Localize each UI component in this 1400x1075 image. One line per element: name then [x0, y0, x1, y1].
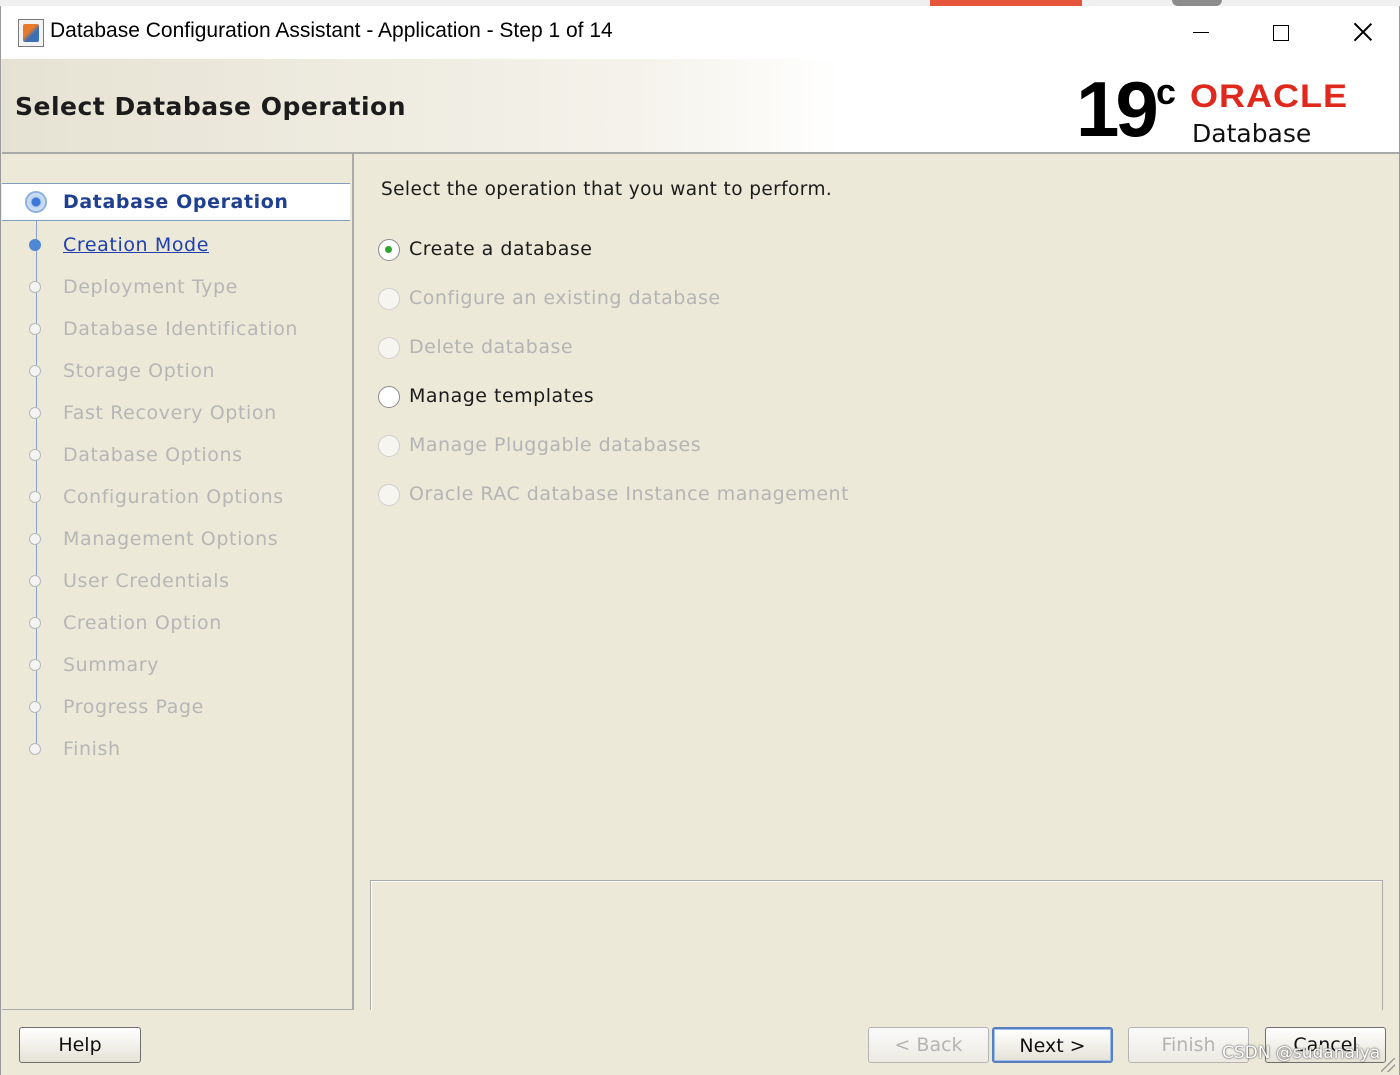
option-label: Oracle RAC database Instance management — [409, 483, 850, 505]
nav-step-label: Storage Option — [63, 360, 216, 382]
logo-superscript: c — [1156, 71, 1177, 112]
radio-button — [378, 435, 400, 457]
option-label: Manage Pluggable databases — [409, 434, 702, 456]
dbca-window: Database Configuration Assistant - Appli… — [0, 6, 1400, 1075]
nav-step-label: User Credentials — [63, 570, 230, 592]
title-bar: Database Configuration Assistant - Appli… — [1, 6, 1399, 59]
maximize-button[interactable] — [1245, 6, 1315, 59]
radio-button — [378, 484, 400, 506]
nav-step-label: Progress Page — [63, 696, 204, 718]
nav-step-label: Configuration Options — [63, 486, 284, 508]
description-panel — [370, 880, 1383, 1012]
step-indicator-icon — [29, 491, 41, 503]
instruction-text: Select the operation that you want to pe… — [381, 179, 833, 200]
step-indicator-icon — [29, 281, 41, 293]
close-icon — [1353, 22, 1373, 42]
minimize-button[interactable] — [1165, 6, 1235, 59]
nav-step-label: Summary — [63, 654, 160, 676]
nav-step: Storage Option — [2, 351, 350, 391]
java-app-icon — [18, 19, 44, 47]
nav-step[interactable]: Database Operation — [2, 183, 350, 221]
nav-step-label: Fast Recovery Option — [63, 402, 277, 424]
step-indicator-icon — [25, 191, 47, 213]
nav-step-label: Database Operation — [63, 191, 289, 213]
nav-step: Fast Recovery Option — [2, 393, 350, 433]
logo-product: Database — [1192, 119, 1312, 148]
step-indicator-icon — [29, 617, 41, 629]
oracle-19c-logo: 19 c ORACLE Database — [1076, 69, 1396, 149]
step-navigation: Database Operation Creation Mode Deploymen… — [2, 154, 354, 1010]
logo-version: 19 — [1076, 65, 1159, 153]
nav-step-label: Deployment Type — [63, 276, 238, 298]
step-indicator-icon — [29, 659, 41, 671]
radio-button — [378, 337, 400, 359]
step-indicator-icon — [29, 323, 41, 335]
option-label: Manage templates — [409, 385, 595, 407]
option-label: Delete database — [409, 336, 574, 358]
footer-bar: Help < Back Next > Finish Cancel — [2, 1010, 1399, 1075]
step-indicator-icon — [29, 743, 41, 755]
nav-step: User Credentials — [2, 561, 350, 601]
nav-step-label: Management Options — [63, 528, 279, 550]
nav-step: Management Options — [2, 519, 350, 559]
radio-button — [378, 288, 400, 310]
nav-step[interactable]: Creation Mode — [2, 225, 350, 265]
next-button[interactable]: Next > — [992, 1027, 1113, 1063]
close-button[interactable] — [1327, 6, 1397, 59]
radio-button[interactable] — [378, 386, 400, 408]
main-content: Select the operation that you want to pe… — [354, 154, 1399, 1012]
minimize-icon — [1193, 32, 1209, 33]
step-indicator-icon — [29, 533, 41, 545]
nav-step: Database Options — [2, 435, 350, 475]
nav-step: Finish — [2, 729, 350, 769]
step-indicator-icon — [29, 239, 41, 251]
window-title: Database Configuration Assistant - Appli… — [50, 19, 613, 42]
nav-step: Deployment Type — [2, 267, 350, 307]
page-title: Select Database Operation — [15, 92, 407, 121]
step-indicator-icon — [29, 701, 41, 713]
nav-step-label: Creation Option — [63, 612, 222, 634]
logo-brand: ORACLE — [1190, 77, 1348, 114]
resize-grip[interactable] — [1381, 1058, 1395, 1072]
nav-step: Summary — [2, 645, 350, 685]
back-button[interactable]: < Back — [868, 1027, 989, 1063]
nav-step: Configuration Options — [2, 477, 350, 517]
nav-step: Progress Page — [2, 687, 350, 727]
help-button[interactable]: Help — [19, 1027, 141, 1063]
maximize-icon — [1273, 25, 1289, 41]
wizard-header: Select Database Operation 19 c ORACLE Da… — [2, 59, 1399, 154]
nav-step: Creation Option — [2, 603, 350, 643]
watermark: CSDN @sudanaiya — [1222, 1043, 1381, 1063]
nav-step-label: Database Options — [63, 444, 243, 466]
nav-step: Database Identification — [2, 309, 350, 349]
step-indicator-icon — [29, 575, 41, 587]
nav-step-label: Finish — [63, 738, 121, 760]
step-indicator-icon — [29, 449, 41, 461]
step-indicator-icon — [29, 407, 41, 419]
option-label: Create a database — [409, 238, 593, 260]
step-indicator-icon — [29, 365, 41, 377]
radio-button[interactable] — [378, 239, 400, 261]
nav-step-label: Database Identification — [63, 318, 299, 340]
nav-step-label: Creation Mode — [63, 234, 209, 256]
option-label: Configure an existing database — [409, 287, 721, 309]
